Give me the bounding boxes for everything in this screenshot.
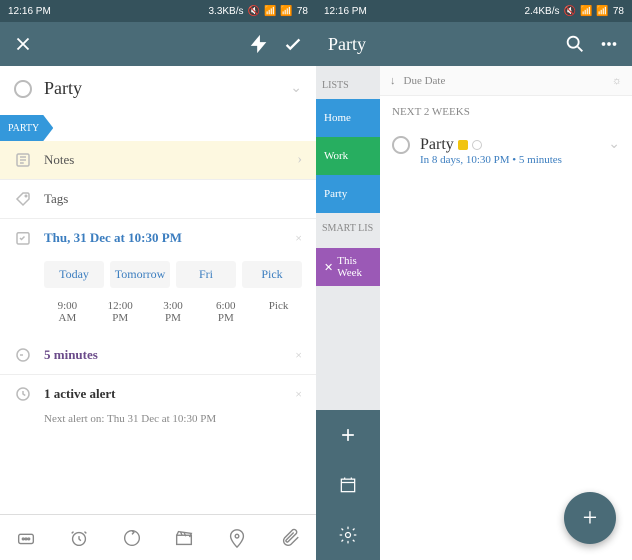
sidebar-item-party[interactable]: Party [316,175,380,213]
sidebar-item-home[interactable]: Home [316,99,380,137]
tag-icon [14,190,32,208]
search-icon[interactable] [564,33,586,55]
sort-arrow-icon: ↓ [390,75,396,87]
location-icon[interactable] [226,527,248,549]
appbar [0,22,316,66]
calendar-check-icon [14,229,32,247]
status-time: 12:16 PM [324,6,367,17]
tags-row[interactable]: Tags [0,180,316,219]
complete-checkbox[interactable] [14,80,32,98]
task-name: Party [420,136,454,153]
time-3pm[interactable]: 3:00PM [150,300,197,324]
date-chips: Today Tomorrow Fri Pick [0,257,316,296]
repeat-icon[interactable] [121,527,143,549]
appbar: Party [316,22,632,66]
task-row[interactable]: Party In 8 days, 10:30 PM • 5 minutes ⌄ [380,128,632,174]
due-date-row[interactable]: Thu, 31 Dec at 10:30 PM × [0,219,316,257]
status-bar: 12:16 PM 2.4KB/s 🔇 📶 📶 78 [316,0,632,22]
alert-row[interactable]: 1 active alert × [0,375,316,413]
add-list-icon[interactable] [316,410,380,460]
wifi-icon: 📶 [596,6,608,17]
signal-icon: 📶 [580,6,592,17]
chevron-down-icon[interactable]: ⌄ [290,80,302,97]
more-menu-icon[interactable] [598,33,620,55]
time-6pm[interactable]: 6:00PM [202,300,249,324]
sort-bar[interactable]: ↓ Due Date ☼ [380,66,632,96]
status-bar: 12:16 PM 3.3KB/s 🔇 📶 📶 78 [0,0,316,22]
chip-pick[interactable]: Pick [242,261,302,288]
notes-row[interactable]: Notes › [0,141,316,180]
sidebar: LISTS Home Work Party SMART LIS ✕This We… [316,66,380,560]
page-title: Party [328,34,552,55]
more-icon[interactable] [15,527,37,549]
clear-date-icon[interactable]: × [295,231,302,246]
mute-icon: 🔇 [248,6,260,17]
close-icon[interactable] [12,33,34,55]
clear-snooze-icon[interactable]: × [295,348,302,363]
reminder-badge-icon [472,140,482,150]
time-9am[interactable]: 9:00AM [44,300,91,324]
sidebar-item-thisweek[interactable]: ✕This Week [316,248,380,286]
phone-list-view: 12:16 PM 2.4KB/s 🔇 📶 📶 78 Party LISTS Ho… [316,0,632,560]
attach-icon[interactable] [279,527,301,549]
sidebar-header-smart: SMART LIS [316,213,380,242]
reminder-icon[interactable] [68,527,90,549]
notes-icon [14,151,32,169]
clapper-icon[interactable] [173,527,195,549]
add-task-fab[interactable]: + [564,492,616,544]
bolt-icon[interactable] [248,33,270,55]
time-chips: 9:00AM 12:00PM 3:00PM 6:00PM Pick [0,296,316,336]
status-time: 12:16 PM [8,6,51,17]
status-net: 3.3KB/s [208,6,243,17]
battery-icon: 78 [297,6,308,17]
sort-label: Due Date [404,75,446,87]
phone-edit-task: 12:16 PM 3.3KB/s 🔇 📶 📶 78 Party ⌄ PARTY … [0,0,316,560]
signal-icon: 📶 [264,6,276,17]
time-pick[interactable]: Pick [255,300,302,324]
chevron-right-icon: › [297,152,302,168]
complete-checkbox[interactable] [392,136,410,154]
star-badge-icon [458,140,468,150]
snooze-row[interactable]: 5 minutes × [0,336,316,375]
clear-alert-icon[interactable]: × [295,387,302,402]
snooze-icon [14,346,32,364]
sidebar-item-work[interactable]: Work [316,137,380,175]
chevron-down-icon[interactable]: ⌄ [608,136,620,166]
alert-subtext: Next alert on: Thu 31 Dec at 10:30 PM [0,413,316,435]
task-subtitle: In 8 days, 10:30 PM • 5 minutes [420,154,598,166]
mute-icon: 🔇 [564,6,576,17]
settings-icon[interactable] [316,510,380,560]
task-title-row[interactable]: Party ⌄ [0,66,316,111]
status-net: 2.4KB/s [524,6,559,17]
time-12pm[interactable]: 12:00PM [97,300,144,324]
main-content: ↓ Due Date ☼ NEXT 2 WEEKS Party In 8 day… [380,66,632,560]
chip-fri[interactable]: Fri [176,261,236,288]
chip-today[interactable]: Today [44,261,104,288]
list-tab[interactable]: PARTY [0,111,316,141]
wifi-icon: 📶 [280,6,292,17]
calendar-icon[interactable] [316,460,380,510]
confirm-icon[interactable] [282,33,304,55]
task-title-input[interactable]: Party [44,78,278,99]
battery-icon: 78 [613,6,624,17]
sidebar-header-lists: LISTS [316,66,380,99]
chip-tomorrow[interactable]: Tomorrow [110,261,170,288]
section-header: NEXT 2 WEEKS [380,96,632,128]
alert-icon [14,385,32,403]
bottom-bar [0,514,316,560]
theme-icon[interactable]: ☼ [612,75,622,87]
